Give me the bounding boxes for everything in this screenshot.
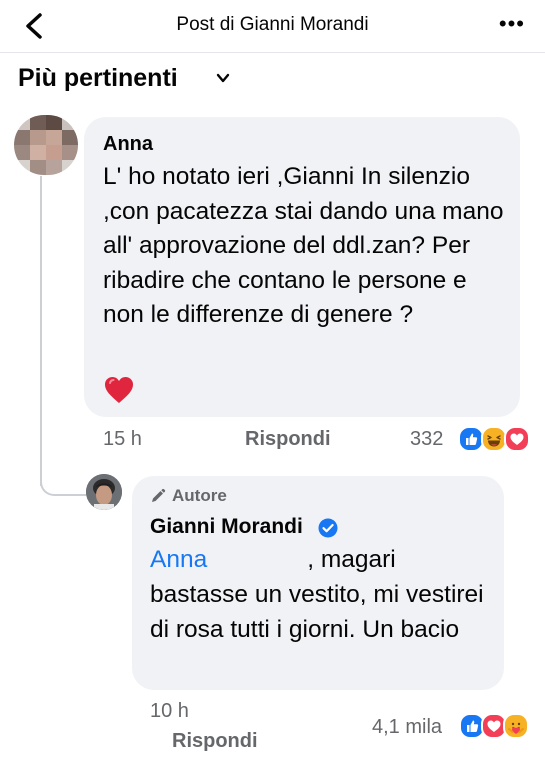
author-photo [86, 474, 122, 510]
reply-text: Anna, magari bastasse un vestito, mi ves… [150, 542, 500, 647]
reaction-count[interactable]: 332 [410, 428, 443, 451]
reaction-count[interactable]: 4,1 mila [372, 716, 442, 739]
chevron-down-icon [216, 73, 230, 83]
mention-link[interactable]: Anna [150, 546, 207, 573]
reply-timestamp: 10 h [150, 700, 189, 722]
reply-author[interactable]: Gianni Morandi [150, 515, 303, 539]
reply-button[interactable]: Rispondi [245, 428, 331, 451]
heart-emoji [105, 377, 133, 403]
author-avatar[interactable] [86, 474, 122, 510]
reply-button[interactable]: Rispondi [172, 730, 258, 753]
care-reaction-icon [503, 713, 529, 739]
comment-author[interactable]: Anna [103, 133, 153, 156]
sort-label: Più pertinenti [18, 64, 178, 92]
more-options-icon[interactable]: ••• [499, 13, 525, 35]
love-reaction-icon [504, 426, 530, 452]
pencil-icon [152, 488, 166, 502]
thread-connector [40, 176, 42, 486]
sort-selector[interactable]: Più pertinenti [18, 64, 230, 93]
comment-text: L' ho notato ieri ,Gianni In silenzio ,c… [103, 163, 504, 328]
verified-badge-icon [318, 518, 338, 538]
avatar[interactable] [14, 115, 78, 175]
top-bar: Post di Gianni Morandi ••• [0, 0, 545, 53]
thread-connector-elbow [40, 470, 86, 496]
author-badge: Autore [172, 486, 227, 505]
comment-timestamp: 15 h [103, 428, 142, 450]
page-title: Post di Gianni Morandi [176, 14, 369, 35]
